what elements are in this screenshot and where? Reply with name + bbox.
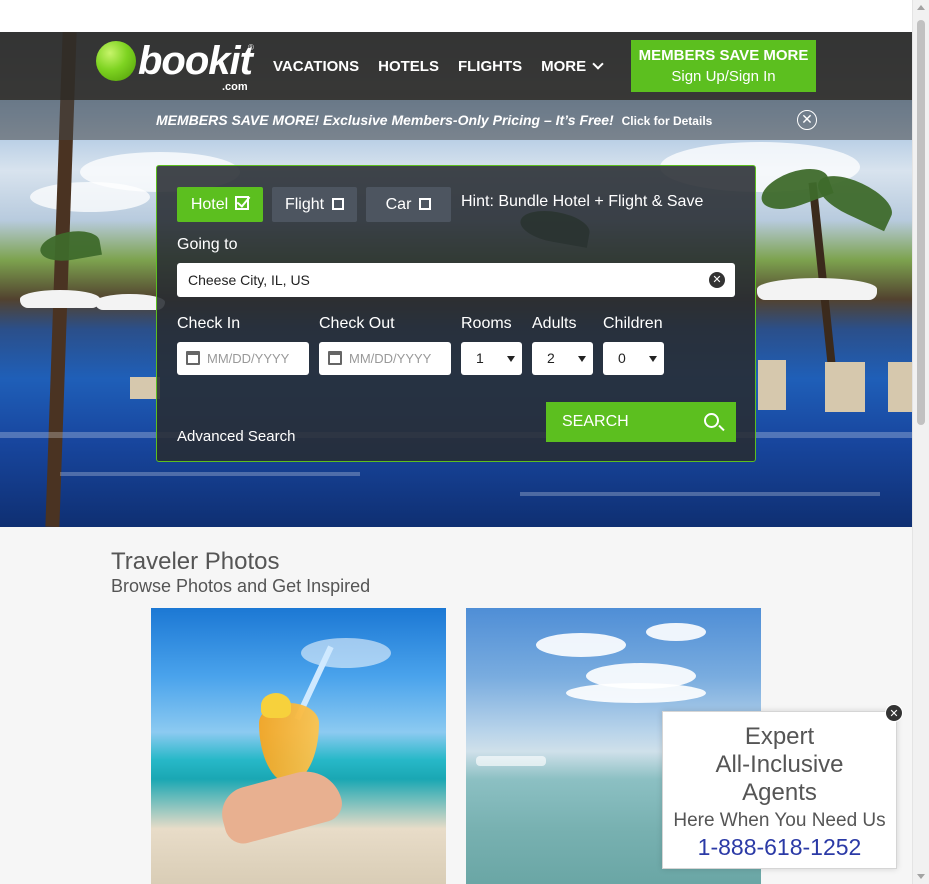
checkbox-unchecked-icon: [332, 198, 345, 210]
promo-details-link[interactable]: Click for Details: [622, 114, 713, 128]
checkbox-unchecked-icon: [419, 198, 432, 210]
page: bookit .com ® VACATIONS HOTELS FLIGHTS M…: [0, 0, 929, 884]
destination-value: Cheese City, IL, US: [188, 272, 310, 288]
bundle-hint: Hint: Bundle Hotel + Flight & Save: [461, 193, 704, 210]
tab-flight-label: Flight: [284, 196, 325, 213]
children-label: Children: [603, 315, 663, 332]
adults-value: 2: [547, 350, 555, 366]
dropdown-arrow-icon: [507, 356, 515, 362]
check-out-field[interactable]: MM/DD/YYYY: [319, 342, 451, 375]
expert-agents-popup[interactable]: Expert All-Inclusive Agents Here When Yo…: [662, 711, 897, 869]
check-out-placeholder: MM/DD/YYYY: [349, 351, 432, 366]
clear-icon[interactable]: ✕: [709, 272, 725, 288]
scroll-up-arrow-icon[interactable]: [917, 5, 925, 10]
members-signup-button[interactable]: MEMBERS SAVE MORE Sign Up/Sign In: [631, 40, 816, 92]
nav-more-label: MORE: [541, 57, 587, 75]
scroll-down-arrow-icon[interactable]: [917, 874, 925, 879]
popup-line-all-inclusive: All-Inclusive: [715, 751, 844, 778]
search-button-label: SEARCH: [562, 413, 629, 430]
calendar-icon: [186, 351, 200, 365]
tab-car[interactable]: Car: [366, 187, 451, 222]
rooms-label: Rooms: [461, 315, 512, 332]
popup-subtitle: Here When You Need Us: [673, 810, 886, 831]
top-blank-area: [0, 0, 912, 32]
check-out-label: Check Out: [319, 315, 395, 332]
site-header: bookit .com ® VACATIONS HOTELS FLIGHTS M…: [0, 32, 912, 100]
adults-select[interactable]: 2: [532, 342, 593, 375]
tab-flight[interactable]: Flight: [272, 187, 357, 222]
logo-domain: .com: [222, 81, 248, 93]
vertical-scrollbar[interactable]: [912, 0, 929, 884]
check-in-label: Check In: [177, 315, 241, 332]
close-icon[interactable]: ✕: [797, 110, 817, 130]
nav-vacations[interactable]: VACATIONS: [273, 58, 359, 75]
destination-input[interactable]: Cheese City, IL, US ✕: [177, 263, 735, 297]
search-panel: Hotel Flight Car Hint: Bundle Hotel + Fl…: [156, 165, 756, 462]
popup-line-agents: Agents: [742, 779, 817, 806]
adults-label: Adults: [532, 315, 577, 332]
logo-registered-mark: ®: [248, 43, 254, 52]
calendar-icon: [328, 351, 342, 365]
popup-line-expert: Expert: [744, 723, 815, 750]
traveler-photos-subtitle: Browse Photos and Get Inspired: [111, 576, 371, 596]
children-value: 0: [618, 350, 626, 366]
search-button[interactable]: SEARCH: [546, 402, 736, 442]
rooms-select[interactable]: 1: [461, 342, 522, 375]
scrollbar-thumb[interactable]: [917, 20, 925, 425]
tab-hotel[interactable]: Hotel: [177, 187, 263, 222]
rooms-value: 1: [476, 350, 484, 366]
nav-hotels[interactable]: HOTELS: [378, 58, 439, 75]
check-in-placeholder: MM/DD/YYYY: [207, 351, 290, 366]
promo-message: MEMBERS SAVE MORE! Exclusive Members-Onl…: [156, 112, 614, 128]
popup-phone-number[interactable]: 1-888-618-1252: [663, 833, 896, 861]
logo-ball-icon: [96, 41, 136, 81]
chevron-down-icon: [592, 57, 604, 70]
search-icon: [704, 413, 719, 428]
nav-flights[interactable]: FLIGHTS: [458, 58, 522, 75]
main-nav: VACATIONS HOTELS FLIGHTS MORE: [273, 32, 621, 100]
logo-wordmark: bookit: [138, 39, 253, 83]
members-button-subtitle: Sign Up/Sign In: [671, 68, 776, 85]
check-in-field[interactable]: MM/DD/YYYY: [177, 342, 309, 375]
close-icon[interactable]: ✕: [885, 704, 903, 722]
advanced-search-link[interactable]: Advanced Search: [177, 428, 295, 445]
members-promo-banner[interactable]: MEMBERS SAVE MORE! Exclusive Members-Onl…: [0, 100, 912, 140]
nav-more[interactable]: MORE: [541, 57, 604, 75]
going-to-label: Going to: [177, 236, 238, 253]
tab-hotel-label: Hotel: [190, 196, 229, 213]
bookit-logo[interactable]: bookit .com ®: [96, 39, 256, 93]
dropdown-arrow-icon: [578, 356, 586, 362]
tab-car-label: Car: [385, 196, 412, 213]
children-select[interactable]: 0: [603, 342, 664, 375]
members-button-title: MEMBERS SAVE MORE: [638, 47, 809, 64]
traveler-photos-title: Traveler Photos: [111, 548, 280, 575]
dropdown-arrow-icon: [649, 356, 657, 362]
promo-text-wrap: MEMBERS SAVE MORE! Exclusive Members-Onl…: [156, 112, 712, 128]
traveler-photo-drink-beach[interactable]: [151, 608, 446, 884]
checkbox-checked-icon: [235, 196, 250, 210]
